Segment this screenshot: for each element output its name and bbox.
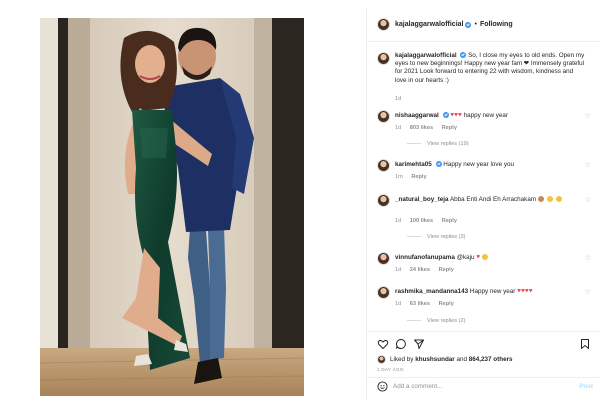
emoji-icon xyxy=(555,196,562,203)
emoji-smiley-icon[interactable] xyxy=(377,380,388,392)
comment-meta: 1d 63 likes Reply xyxy=(395,301,461,307)
couple-photo-illustration xyxy=(40,18,304,396)
comment-text-block: nishaaggarwal ♥♥♥ happy new year xyxy=(395,110,585,120)
heart-emoji-icon: ♥♥♥ xyxy=(450,111,462,119)
reply-button[interactable]: Reply xyxy=(442,218,457,224)
comment-bubble-icon[interactable] xyxy=(395,338,407,350)
verified-badge-icon xyxy=(460,52,467,59)
comment-text: Happy new year xyxy=(469,288,516,295)
emoji-icon xyxy=(547,196,554,203)
comment-meta: 1d 100 likes Reply xyxy=(395,218,464,224)
post-photo[interactable] xyxy=(40,18,304,396)
caption-avatar[interactable] xyxy=(377,52,390,65)
liker-avatar[interactable] xyxy=(377,355,386,364)
comment-text: Abba Enti Andi Eh Arrachakam xyxy=(449,196,537,203)
comment-time[interactable]: 1d xyxy=(395,301,401,307)
reply-button[interactable]: Reply xyxy=(439,267,454,273)
comment-text-block: karimehta05 Happy new year love you xyxy=(395,159,585,169)
commenter-username[interactable]: nishaaggarwal xyxy=(395,112,439,119)
save-bookmark-icon[interactable] xyxy=(579,338,591,350)
comment-meta: 1m Reply xyxy=(395,174,434,180)
caption-time[interactable]: 1d xyxy=(395,96,401,102)
post-side-panel: kajalaggarwalofficial • Following kajala… xyxy=(366,8,600,400)
verified-badge-icon xyxy=(435,161,442,168)
author-avatar[interactable] xyxy=(377,18,390,31)
following-button[interactable]: Following xyxy=(480,21,513,28)
instagram-post-view: kajalaggarwalofficial • Following kajala… xyxy=(0,0,600,400)
reply-button[interactable]: Reply xyxy=(411,174,426,180)
post-age[interactable]: 1 DAY AGO xyxy=(377,367,404,372)
caption-meta: 1d xyxy=(395,96,408,102)
view-replies-button[interactable]: View replies (3) xyxy=(407,234,465,240)
commenter-username[interactable]: _natural_boy_teja xyxy=(395,196,449,203)
commenter-avatar[interactable] xyxy=(377,286,390,299)
like-comment-heart-icon[interactable]: ♡ xyxy=(585,163,591,169)
comment-text: @kaju xyxy=(456,254,475,261)
commenter-avatar[interactable] xyxy=(377,159,390,172)
comment-likes[interactable]: 803 likes xyxy=(410,125,433,131)
commenter-username[interactable]: rashmika_mandanna143 xyxy=(395,288,468,295)
comment-text-block: rashmika_mandanna143 Happy new year ♥♥♥♥ xyxy=(395,286,585,296)
header-separator: • xyxy=(474,21,477,28)
comment-likes[interactable]: 24 likes xyxy=(410,267,430,273)
emoji-icon xyxy=(538,196,545,203)
comment-likes[interactable]: 100 likes xyxy=(410,218,433,224)
heart-emoji-icon: ♥♥♥♥ xyxy=(517,287,533,295)
comment-text-block: vinnufanofanupama @kaju ♥ xyxy=(395,252,585,262)
like-comment-heart-icon[interactable]: ♡ xyxy=(585,290,591,296)
like-comment-heart-icon[interactable]: ♡ xyxy=(585,198,591,204)
reply-button[interactable]: Reply xyxy=(442,125,457,131)
post-header: kajalaggarwalofficial • Following xyxy=(367,8,600,42)
action-icons xyxy=(377,338,591,352)
view-replies-button[interactable]: View replies (2) xyxy=(407,318,465,324)
liked-by-row: Liked by khushsundar and 864,237 others xyxy=(377,355,513,364)
commenter-avatar[interactable] xyxy=(377,194,390,207)
add-comment-input[interactable]: Add a comment... xyxy=(393,383,442,390)
verified-badge-icon xyxy=(442,112,449,119)
reply-button[interactable]: Reply xyxy=(439,301,454,307)
caption-username[interactable]: kajalaggarwalofficial xyxy=(395,52,457,59)
comment-text: happy new year xyxy=(463,112,509,119)
comment-likes[interactable]: 63 likes xyxy=(410,301,430,307)
heart-emoji-icon: ♥ xyxy=(476,253,481,261)
comment-time[interactable]: 1m xyxy=(395,174,403,180)
liked-by-prefix: Liked by xyxy=(390,356,414,363)
liked-by-user[interactable]: khushsundar xyxy=(415,356,455,363)
liked-by-count[interactable]: 864,237 others xyxy=(469,356,513,363)
comment-time[interactable]: 1d xyxy=(395,125,401,131)
add-comment-row: Add a comment... Post xyxy=(367,377,600,394)
verified-badge-icon xyxy=(465,21,472,28)
commenter-username[interactable]: vinnufanofanupama xyxy=(395,254,455,261)
like-heart-icon[interactable] xyxy=(377,338,389,350)
post-action-bar: Liked by khushsundar and 864,237 others … xyxy=(367,331,600,393)
comment-text: Happy new year love you xyxy=(443,161,514,168)
commenter-avatar[interactable] xyxy=(377,110,390,123)
comment-meta: 1d 803 likes Reply xyxy=(395,125,464,131)
comment-text-block: _natural_boy_teja Abba Enti Andi Eh Arra… xyxy=(395,194,585,204)
liked-by-and: and xyxy=(456,356,468,363)
post-comment-button[interactable]: Post xyxy=(579,383,593,390)
emoji-icon xyxy=(482,254,489,261)
commenter-username[interactable]: karimehta05 xyxy=(395,161,432,168)
commenter-avatar[interactable] xyxy=(377,252,390,265)
share-send-icon[interactable] xyxy=(413,338,425,350)
like-comment-heart-icon[interactable]: ♡ xyxy=(585,256,591,262)
comment-time[interactable]: 1d xyxy=(395,267,401,273)
like-comment-heart-icon[interactable]: ♡ xyxy=(585,114,591,120)
caption-text-block: kajalaggarwalofficial So, I close my eye… xyxy=(395,52,585,85)
view-replies-button[interactable]: View replies (19) xyxy=(407,141,469,147)
comment-meta: 1d 24 likes Reply xyxy=(395,267,461,273)
author-username[interactable]: kajalaggarwalofficial xyxy=(395,21,463,28)
comment-time[interactable]: 1d xyxy=(395,218,401,224)
